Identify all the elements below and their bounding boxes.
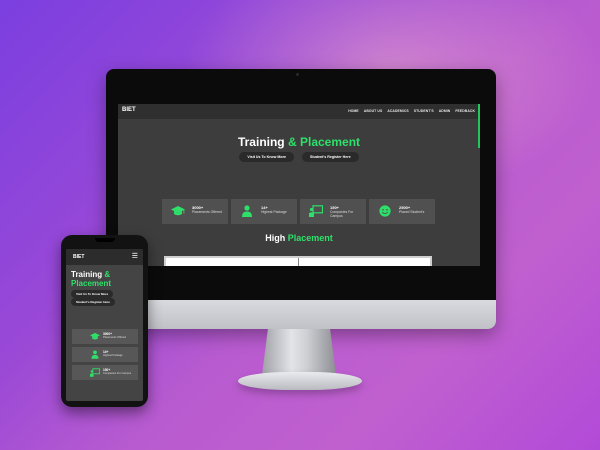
hero-buttons: Visit Us To Know More Student's Register… (118, 152, 480, 162)
nav-feedback[interactable]: FEEDBACK (455, 109, 475, 113)
stat-card-placed: 2500+ Placed Student's (369, 199, 435, 224)
graduation-cap-icon (90, 332, 100, 340)
mobile-student-register-button[interactable]: Student's Register Here (71, 298, 115, 306)
stat-label: Placed Student's (399, 210, 425, 214)
mobile-title-main: Training (71, 270, 103, 279)
monitor-stand-neck (262, 329, 336, 375)
monitor-camera (296, 73, 299, 76)
person-icon (242, 205, 252, 217)
table-divider (298, 258, 299, 266)
hero-title: Training & Placement (118, 135, 480, 149)
stat-card-placements: 3000+ Placements Offered (162, 199, 228, 224)
stat-label: Companies For Campus (103, 372, 132, 375)
stat-label: Highest Package (103, 354, 123, 357)
mobile-brand-logo[interactable]: BIET (73, 254, 84, 260)
presentation-board-icon (309, 205, 323, 217)
nav-admin[interactable]: ADMIN (439, 109, 451, 113)
mobile-stat-card-package: 14+ Highest Package (72, 347, 138, 362)
stat-label: Placements Offered (192, 210, 222, 214)
student-register-button[interactable]: Student's Register Here (302, 152, 359, 162)
phone-notch (95, 238, 115, 242)
presentation-board-icon (90, 368, 100, 377)
stats-row: 3000+ Placements Offered 14+ Highest Pac… (162, 199, 435, 224)
mobile-visit-us-button[interactable]: Visit Us To Know More (71, 290, 114, 298)
mobile-title-ampersand: & (104, 270, 111, 279)
stat-card-package: 14+ Highest Package (231, 199, 297, 224)
mobile-hero-title-line1: Training & (71, 270, 110, 279)
section-title-main: High (265, 233, 286, 243)
monitor-chin (106, 300, 496, 329)
stat-card-companies: 150+ Companies For Campus (300, 199, 366, 224)
desktop-screen: BIET HOME ABOUT US ACADEMICS STUDENT'S A… (118, 104, 480, 266)
mobile-hero-title-line2: Placement (71, 279, 112, 288)
stat-label: Placements Offered (103, 336, 126, 339)
phone-screen: BIET ☰ Training & Placement Visit Us To … (66, 249, 143, 401)
hamburger-menu-icon[interactable]: ☰ (132, 253, 138, 260)
nav-home[interactable]: HOME (348, 109, 359, 113)
monitor-stand-base (238, 372, 362, 390)
nav-about-us[interactable]: ABOUT US (364, 109, 383, 113)
section-title-accent: Placement (287, 233, 333, 243)
top-navbar: BIET HOME ABOUT US ACADEMICS STUDENT'S A… (118, 104, 480, 119)
hero-title-main: Training (237, 135, 285, 149)
mobile-stat-card-companies: 150+ Companies For Campus (72, 365, 138, 380)
mobile-stat-card-placements: 3000+ Placements Offered (72, 329, 138, 344)
high-placement-heading: High Placement (118, 233, 480, 243)
nav-academics[interactable]: ACADEMICS (387, 109, 408, 113)
hero-title-accent: & Placement (287, 135, 361, 149)
placement-table (164, 256, 432, 266)
nav-links: HOME ABOUT US ACADEMICS STUDENT'S ADMIN … (348, 109, 475, 113)
brand-logo[interactable]: BIET (122, 107, 136, 113)
graduation-cap-icon (171, 206, 185, 216)
stat-label: Companies For Campus (330, 210, 354, 218)
person-icon (91, 350, 99, 359)
visit-us-button[interactable]: Visit Us To Know More (239, 152, 294, 162)
mobile-navbar: BIET ☰ (66, 249, 143, 265)
smiley-face-icon (379, 205, 391, 217)
nav-students[interactable]: STUDENT'S (414, 109, 434, 113)
stat-label: Highest Package (261, 210, 287, 214)
